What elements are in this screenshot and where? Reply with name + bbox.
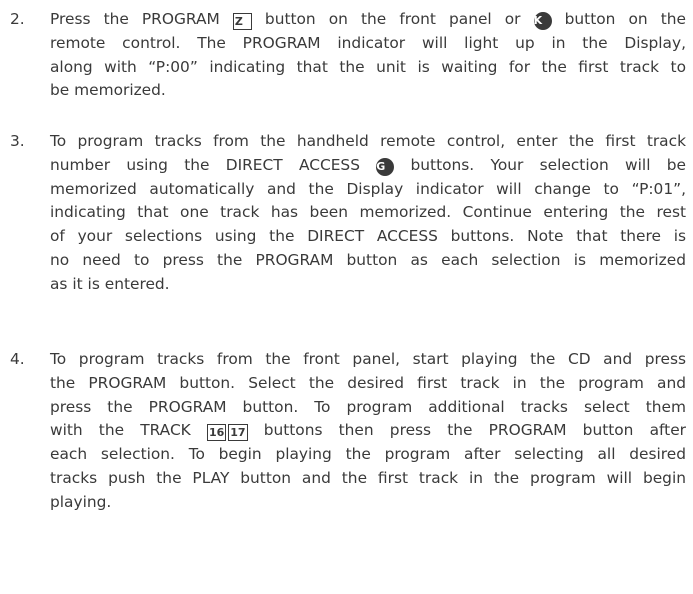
text-run: To program tracks from the handheld remo… (50, 132, 686, 150)
manual-page: 2. Press the PROGRAM Z button on the fro… (0, 0, 693, 594)
text-run: Press the PROGRAM (50, 10, 233, 28)
text-run: number using the DIRECT ACCESS (50, 155, 377, 174)
text-run: button on the (551, 10, 686, 28)
text-line: each selection. To begin playing the pro… (50, 443, 686, 467)
text-line: as it is entered. (50, 273, 686, 297)
text-line: remote control. The PROGRAM indicator wi… (50, 32, 686, 56)
text-run: To program tracks from the front panel, … (50, 350, 686, 368)
text-line: no need to press the PROGRAM button as e… (50, 249, 686, 273)
step-3: 3. To program tracks from the handheld r… (10, 130, 686, 297)
key-16-icon: 16 (206, 424, 227, 442)
remote-key-k-icon: K (533, 12, 552, 30)
text-line: along with “P:00” indicating that the un… (50, 56, 686, 80)
text-run: the PROGRAM button. Select the desired f… (50, 373, 686, 392)
text-run: press the PROGRAM button. To program add… (50, 397, 686, 416)
text-run: as it is entered. (50, 274, 170, 293)
text-run: with the TRACK (50, 421, 207, 440)
text-run: memorized automatically and the Display … (50, 179, 686, 198)
key-17-icon: 17 (228, 424, 248, 442)
step-2: 2. Press the PROGRAM Z button on the fro… (10, 8, 686, 103)
step-text: To program tracks from the front panel, … (50, 348, 686, 515)
text-run: button on the front panel or (251, 10, 534, 28)
text-run: no need to press the PROGRAM button as e… (50, 250, 686, 269)
text-run: buttons then press the PROGRAM button af… (247, 421, 686, 440)
text-run: be memorized. (50, 81, 166, 100)
text-run: of your selections using the DIRECT ACCE… (50, 227, 686, 246)
text-line: with the TRACK 16 17 buttons then press t… (50, 419, 686, 443)
text-line: press the PROGRAM button. To program add… (50, 396, 686, 420)
step-number: 3. (10, 132, 25, 150)
text-line: number using the DIRECT ACCESS G buttons… (50, 154, 686, 178)
text-run: each selection. To begin playing the pro… (50, 445, 686, 464)
text-line: indicating that one track has been memor… (50, 201, 686, 225)
text-line: Press the PROGRAM Z button on the front … (50, 8, 686, 32)
remote-key-g-icon: G (376, 157, 395, 176)
text-run: indicating that one track has been memor… (50, 203, 686, 222)
text-line: playing. (50, 491, 686, 515)
step-4: 4. To program tracks from the front pane… (10, 348, 686, 515)
text-line: To program tracks from the handheld remo… (50, 130, 686, 154)
text-line: of your selections using the DIRECT ACCE… (50, 225, 686, 249)
step-number: 4. (10, 350, 25, 368)
step-text: Press the PROGRAM Z button on the front … (50, 8, 686, 103)
text-line: be memorized. (50, 79, 686, 103)
step-text: To program tracks from the handheld remo… (50, 130, 686, 297)
text-run: playing. (50, 492, 112, 511)
text-run: remote control. The PROGRAM indicator wi… (50, 33, 686, 52)
text-line: the PROGRAM button. Select the desired f… (50, 372, 686, 396)
text-line: memorized automatically and the Display … (50, 178, 686, 202)
text-run: tracks push the PLAY button and the firs… (50, 468, 686, 487)
text-run: buttons. Your selection will be (394, 155, 686, 174)
step-number: 2. (10, 10, 25, 28)
text-line: tracks push the PLAY button and the firs… (50, 467, 686, 491)
text-run: along with “P:00” indicating that the un… (50, 57, 686, 76)
text-line: To program tracks from the front panel, … (50, 348, 686, 372)
key-Z-icon: Z (232, 13, 252, 30)
